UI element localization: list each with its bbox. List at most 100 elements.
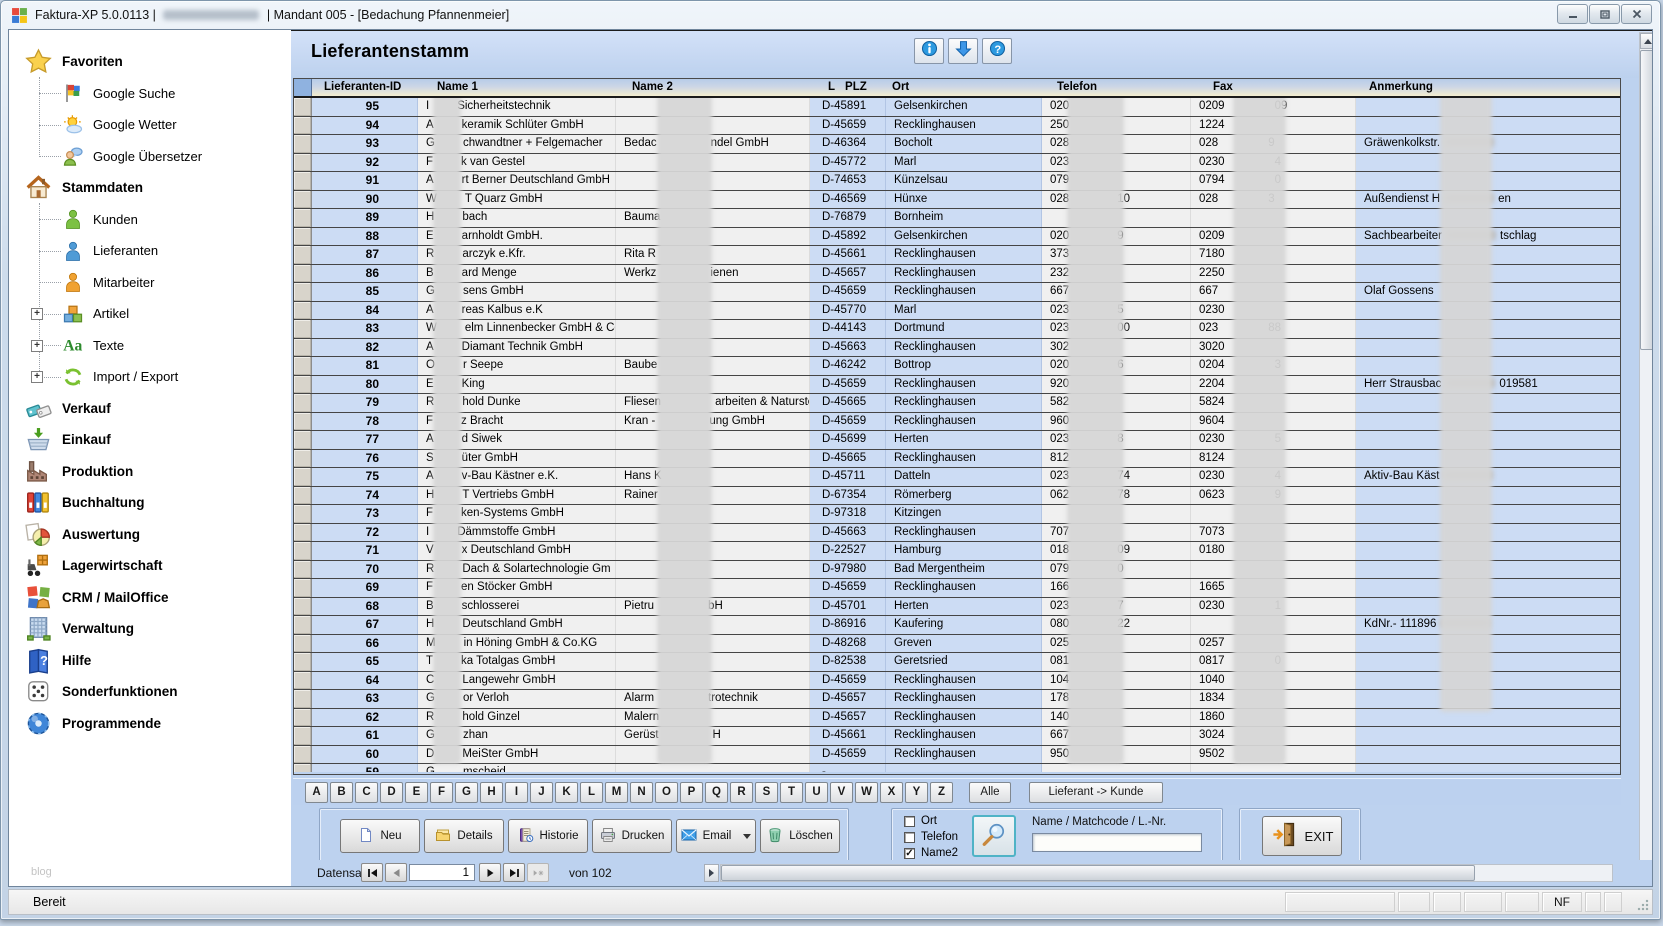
alpha-filter-p[interactable]: P: [680, 782, 703, 803]
table-row[interactable]: 64CLangewehr GmbHD-45659Recklinghausen10…: [294, 672, 1620, 691]
sidebar-item-crm-mailoffice[interactable]: CRM / MailOffice: [9, 582, 291, 614]
checkbox-name2[interactable]: ✓Name2: [904, 847, 958, 859]
search-input[interactable]: [1032, 833, 1202, 852]
sidebar-item-verwaltung[interactable]: Verwaltung: [9, 613, 291, 645]
table-row[interactable]: 60DMeiSter GmbHD-45659Recklinghausen9509…: [294, 746, 1620, 765]
table-row[interactable]: 91Art Berner Deutschland GmbHD-74653Künz…: [294, 172, 1620, 191]
row-selector[interactable]: [294, 709, 312, 727]
scroll-up-icon[interactable]: [1640, 33, 1653, 49]
help-button[interactable]: ?: [982, 38, 1012, 64]
historie-button[interactable]: Historie: [508, 819, 588, 853]
checkbox-telefon[interactable]: Telefon: [904, 831, 958, 843]
table-row[interactable]: 69Fen Stöcker GmbHD-45659Recklinghausen1…: [294, 579, 1620, 598]
alpha-filter-g[interactable]: G: [455, 782, 478, 803]
table-row[interactable]: 95ISicherheitstechnikD-45891Gelsenkirche…: [294, 98, 1620, 117]
row-selector[interactable]: [294, 487, 312, 505]
checkbox-icon[interactable]: [904, 832, 915, 843]
alpha-filter-w[interactable]: W: [855, 782, 878, 803]
table-row[interactable]: 59Gmscheid-: [294, 764, 1620, 772]
checkbox-ort[interactable]: Ort: [904, 815, 937, 827]
row-selector[interactable]: [294, 561, 312, 579]
column-header-fax[interactable]: Fax: [1191, 79, 1356, 96]
table-row[interactable]: 67HDeutschland GmbHD-86916Kaufering08022…: [294, 616, 1620, 635]
dropdown-arrow-icon[interactable]: [743, 834, 751, 839]
email-button[interactable]: Email: [676, 819, 756, 853]
expand-icon[interactable]: +: [31, 371, 43, 383]
column-header-id[interactable]: Lieferanten-ID: [312, 79, 418, 96]
sidebar-item-hilfe[interactable]: ?Hilfe: [9, 645, 291, 677]
alpha-filter-d[interactable]: D: [380, 782, 403, 803]
minimize-icon[interactable]: [1557, 4, 1588, 24]
alpha-filter-z[interactable]: Z: [930, 782, 953, 803]
row-selector[interactable]: [294, 468, 312, 486]
sidebar-item-sonderfunktionen[interactable]: Sonderfunktionen: [9, 676, 291, 708]
sidebar-item-auswertung[interactable]: Auswertung: [9, 519, 291, 551]
alpha-filter-l[interactable]: L: [580, 782, 603, 803]
row-selector[interactable]: [294, 191, 312, 209]
row-selector[interactable]: [294, 376, 312, 394]
row-selector[interactable]: [294, 505, 312, 523]
expand-icon[interactable]: +: [31, 308, 43, 320]
next-record-button[interactable]: [479, 863, 501, 882]
alpha-filter-b[interactable]: B: [330, 782, 353, 803]
sidebar-item-kunden[interactable]: Kunden: [9, 204, 291, 236]
row-selector[interactable]: [294, 746, 312, 764]
alpha-filter-s[interactable]: S: [755, 782, 778, 803]
vertical-scroll-thumb[interactable]: [1640, 50, 1653, 350]
sidebar-item-google-suche[interactable]: Google Suche: [9, 78, 291, 110]
row-selector[interactable]: [294, 542, 312, 560]
table-row[interactable]: 85Gsens GmbHD-45659Recklinghausen667667O…: [294, 283, 1620, 302]
row-selector[interactable]: [294, 524, 312, 542]
table-row[interactable]: 89HbachBaumaD-76879Bornheim: [294, 209, 1620, 228]
row-selector[interactable]: [294, 172, 312, 190]
row-selector[interactable]: [294, 265, 312, 283]
sidebar-item-lieferanten[interactable]: Lieferanten: [9, 235, 291, 267]
restore-icon[interactable]: [1589, 4, 1620, 24]
record-number-input[interactable]: [409, 864, 475, 881]
sidebar-item-artikel[interactable]: +Artikel: [9, 298, 291, 330]
loeschen-button[interactable]: Löschen: [760, 819, 840, 853]
table-row[interactable]: 72IDämmstoffe GmbHD-45663Recklinghausen7…: [294, 524, 1620, 543]
table-row[interactable]: 76Süter GmbHD-45665Recklinghausen8128124: [294, 450, 1620, 469]
sidebar-item-google-uebersetzer[interactable]: Google Übersetzer: [9, 141, 291, 173]
row-selector[interactable]: [294, 635, 312, 653]
table-row[interactable]: 90WT Quarz GmbHD-46569Hünxe028100283Auße…: [294, 191, 1620, 210]
table-row[interactable]: 79Rhold DunkeFliesenarbeiten & NatursteD…: [294, 394, 1620, 413]
alpha-filter-k[interactable]: K: [555, 782, 578, 803]
horizontal-scroll-thumb[interactable]: [721, 865, 1475, 881]
table-row[interactable]: 94Akeramik Schlüter GmbHD-45659Recklingh…: [294, 117, 1620, 136]
table-row[interactable]: 87Rarczyk e.Kfr.Rita RD-45661Recklinghau…: [294, 246, 1620, 265]
last-record-button[interactable]: [503, 863, 525, 882]
sidebar-item-mitarbeiter[interactable]: Mitarbeiter: [9, 267, 291, 299]
row-selector[interactable]: [294, 246, 312, 264]
expand-icon[interactable]: +: [31, 340, 43, 352]
row-selector[interactable]: [294, 764, 312, 772]
sidebar-item-stammdaten[interactable]: Stammdaten: [9, 172, 291, 204]
row-selector[interactable]: [294, 154, 312, 172]
row-selector[interactable]: [294, 339, 312, 357]
row-selector[interactable]: [294, 598, 312, 616]
new-record-button[interactable]: [527, 863, 549, 882]
alpha-filter-y[interactable]: Y: [905, 782, 928, 803]
column-header-n1[interactable]: Name 1: [418, 79, 616, 96]
horizontal-scroll-track[interactable]: [720, 864, 1613, 882]
alpha-filter-r[interactable]: R: [730, 782, 753, 803]
alpha-filter-x[interactable]: X: [880, 782, 903, 803]
vertical-scrollbar[interactable]: [1639, 32, 1653, 884]
alpha-filter-o[interactable]: O: [655, 782, 678, 803]
neu-button[interactable]: Neu: [340, 819, 420, 853]
sidebar-item-import-export[interactable]: +Import / Export: [9, 361, 291, 393]
alpha-filter-f[interactable]: F: [430, 782, 453, 803]
row-selector[interactable]: [294, 135, 312, 153]
sidebar-item-favoriten[interactable]: Favoriten: [9, 46, 291, 78]
table-row[interactable]: 75Av-Bau Kästner e.K.Hans KD-45711Dattel…: [294, 468, 1620, 487]
row-selector[interactable]: [294, 616, 312, 634]
column-header-tel[interactable]: Telefon: [1042, 79, 1191, 96]
sidebar-item-texte[interactable]: +AaTexte: [9, 330, 291, 362]
table-row[interactable]: 86Bard MengeWerkzienenD-45657Recklinghau…: [294, 265, 1620, 284]
row-selector[interactable]: [294, 413, 312, 431]
sidebar-item-produktion[interactable]: Produktion: [9, 456, 291, 488]
close-icon[interactable]: [1621, 4, 1652, 24]
checkbox-icon[interactable]: [904, 816, 915, 827]
table-row[interactable]: 74HT Vertriebs GmbHRainerD-67354Römerber…: [294, 487, 1620, 506]
